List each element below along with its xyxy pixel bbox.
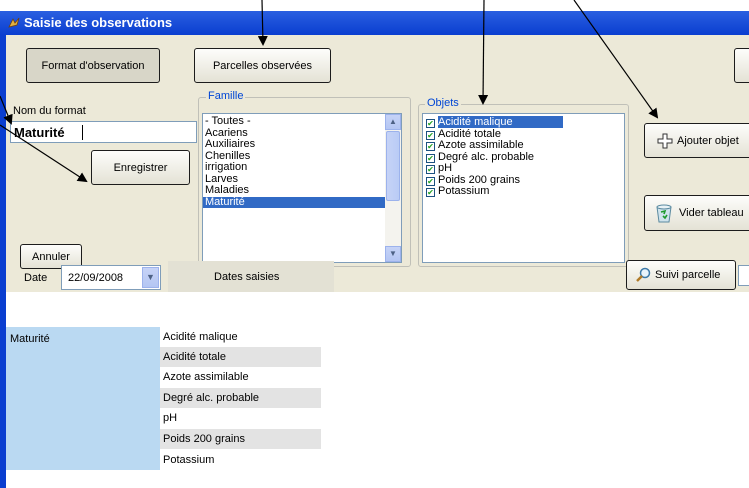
annotation-arrows xyxy=(0,0,659,183)
arrow-to-parcelles-icon xyxy=(257,0,268,46)
arrow-to-add-button-icon xyxy=(573,0,659,119)
arrow-to-format-name-icon xyxy=(0,95,13,125)
arrow-to-save-button-icon xyxy=(0,124,88,183)
arrow-to-objets-icon xyxy=(478,0,489,105)
